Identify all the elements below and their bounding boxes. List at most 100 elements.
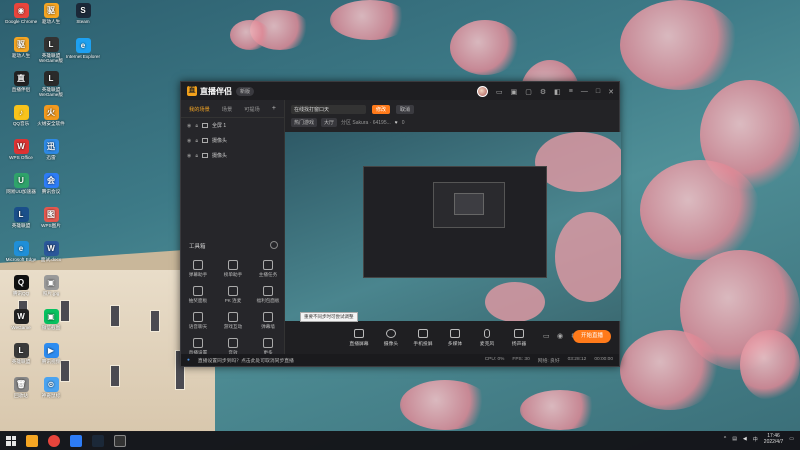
speaker-button[interactable]: 扬声器 [505,329,533,347]
toolbox-item[interactable]: 榜单助手 [216,260,250,278]
record-icon[interactable]: ▭ [543,332,550,340]
desktop-icon[interactable]: L 英雄联盟 [4,343,38,364]
tool-icon [193,286,203,296]
minimize-icon[interactable]: — [581,88,588,95]
toolbox-item[interactable]: 抽奖面板 [181,286,215,304]
desktop-icon[interactable]: 迅迅雷 [34,139,68,160]
eye-icon[interactable]: ◉ [187,153,191,159]
phone-cast-button[interactable]: 手机投屏 [409,329,437,347]
desktop-icon[interactable]: Q 腾讯QQ [4,275,38,296]
ime-icon[interactable]: 中 [753,436,758,443]
wallpaper-window [150,310,160,332]
desktop-icon[interactable]: e Internet Explorer [66,38,100,59]
gift-icon[interactable]: ▣ [511,88,518,96]
lock-icon[interactable]: 🔒︎ [195,153,198,159]
scene-item[interactable]: ◉ 🔒︎ 摄像头 [181,148,284,163]
desktop-icon[interactable]: L 英雄联盟 WeGame版 [34,71,68,97]
lock-icon[interactable]: 🔒︎ [195,123,198,129]
taskbar-app-icon[interactable] [26,434,38,447]
skin-icon[interactable]: ◧ [554,88,561,96]
microphone-icon [484,329,490,338]
volume-icon[interactable]: ◀ [743,436,747,442]
clock[interactable]: 17:46 2022/4/7 [764,433,783,445]
chat-icon[interactable]: ▢ [525,88,532,96]
eye-icon[interactable]: ◉ [187,123,191,129]
desktop-icon[interactable]: 驱驱动人生 [34,3,68,24]
category-chip[interactable]: 热门游戏 [291,118,318,127]
toolbox-item[interactable]: 游戏互动 [216,312,250,330]
desktop-icon[interactable]: 🗑 回收站 [4,377,38,398]
app-icon: W [13,309,29,324]
desktop-icon[interactable]: ▶ 腾讯视频 [34,343,68,364]
desktop-icon[interactable]: U 网易UU加速器 [4,173,38,194]
toolbox-more-icon[interactable] [270,241,278,249]
taskbar-live-companion-icon[interactable] [114,434,126,447]
desktop-icon[interactable]: 图 WPS图片 [34,207,68,228]
scene-item[interactable]: ◉ 🔒︎ 全屏 1 [181,118,284,133]
start-live-button[interactable]: 开始直播 [573,330,611,343]
toolbox-item[interactable]: 主播任务 [251,260,285,278]
close-icon[interactable]: ✕ [608,88,614,96]
taskbar-steam-icon[interactable] [92,434,104,447]
stream-preview[interactable] [285,132,621,321]
desktop-icon[interactable]: ♪ QQ音乐 [4,105,38,126]
avatar[interactable] [477,86,489,97]
desktop-icon[interactable]: W WeGame [4,309,38,330]
desktop-icon[interactable]: ▣ 微信截图 [34,309,68,330]
desktop-icon[interactable]: ◉ Google Chrome [4,3,38,24]
taskbar-chrome-icon[interactable] [48,434,60,447]
menu-icon[interactable]: ≡ [569,88,573,95]
desktop-icon[interactable]: W WPS Office [4,139,38,160]
tab-other[interactable]: 可提场 [244,106,260,113]
app-icon: ⊙ [43,377,59,392]
toolbox-item[interactable]: 弹幕助手 [181,260,215,278]
desktop-icon[interactable]: S Steam [66,3,100,24]
tab-scenes[interactable]: 场景 [222,106,232,113]
desktop-icon[interactable]: e Microsoft Edge [4,241,38,262]
message-icon[interactable]: ▭ [496,88,503,96]
version-button[interactable]: 新版 [236,86,255,96]
desktop-icon[interactable]: 会腾讯会议 [34,173,68,194]
room-chip[interactable]: 大厅 [321,118,338,127]
desktop-icon-label: WPS图片 [41,223,61,228]
edit-title-button[interactable]: 修改 [372,105,391,114]
desktop-icon[interactable]: 火火绒安全软件 [34,105,68,126]
notification-icon[interactable]: ▭ [789,436,794,442]
desktop-icon[interactable]: ▣ 照片.jpg [34,275,68,296]
desktop-icon[interactable]: L 英雄联盟 WeGame版 [34,37,68,63]
camera-button[interactable]: 摄像头 [377,329,405,347]
preview-blossom [485,282,545,321]
network-icon[interactable]: ▤ [732,436,737,442]
toolbox-item[interactable]: PK 连麦 [216,286,250,304]
microphone-button[interactable]: 麦克风 [473,329,501,347]
sync-notice[interactable]: 直播设置同步到吗？点击此处可取消同步直播 [198,357,294,364]
eye-icon[interactable]: ◉ [187,138,191,144]
preview-nested-window [363,166,547,278]
desktop-icon[interactable]: W 面试.docx [34,241,68,262]
tab-my-scenes[interactable]: 我的场景 [189,106,210,113]
lock-icon[interactable]: 🔒︎ [195,138,198,144]
chevron-up-icon[interactable]: ^ [724,436,726,442]
add-scene-icon[interactable]: + [272,105,276,113]
media-button[interactable]: 多媒体 [441,329,469,347]
stream-title-input[interactable]: 在线找打窗口天 [291,105,366,114]
app-icon: ▶ [43,343,59,358]
desktop-icon[interactable]: 直直播伴侣 [4,71,38,92]
settings-icon[interactable]: ⚙ [540,88,546,96]
taskbar-app-icon[interactable] [70,434,82,447]
app-icon: 迅 [43,139,59,154]
desktop-icon[interactable]: L 英雄联盟 [4,207,38,228]
screen-capture-button[interactable]: 直播屏幕 [345,329,373,347]
toolbox-item[interactable]: 弹幕墙 [251,312,285,330]
maximize-icon[interactable]: □ [596,88,600,95]
toolbox-item[interactable]: 语音聊天 [181,312,215,330]
toolbox-item[interactable]: 福利包面板 [251,286,285,304]
cancel-button[interactable]: 取消 [396,105,415,114]
scene-item[interactable]: ◉ 🔒︎ 摄像头 [181,133,284,148]
desktop-icon[interactable]: 驱驱动人生 [4,37,38,58]
windows-start-icon[interactable] [6,435,16,446]
toolbox-title: 工具箱 [189,244,206,250]
desktop-icon[interactable]: ⊙ 神奇鼠标 [34,377,68,398]
app-icon: e [13,241,29,256]
eye-icon[interactable]: ◉ [557,332,563,340]
